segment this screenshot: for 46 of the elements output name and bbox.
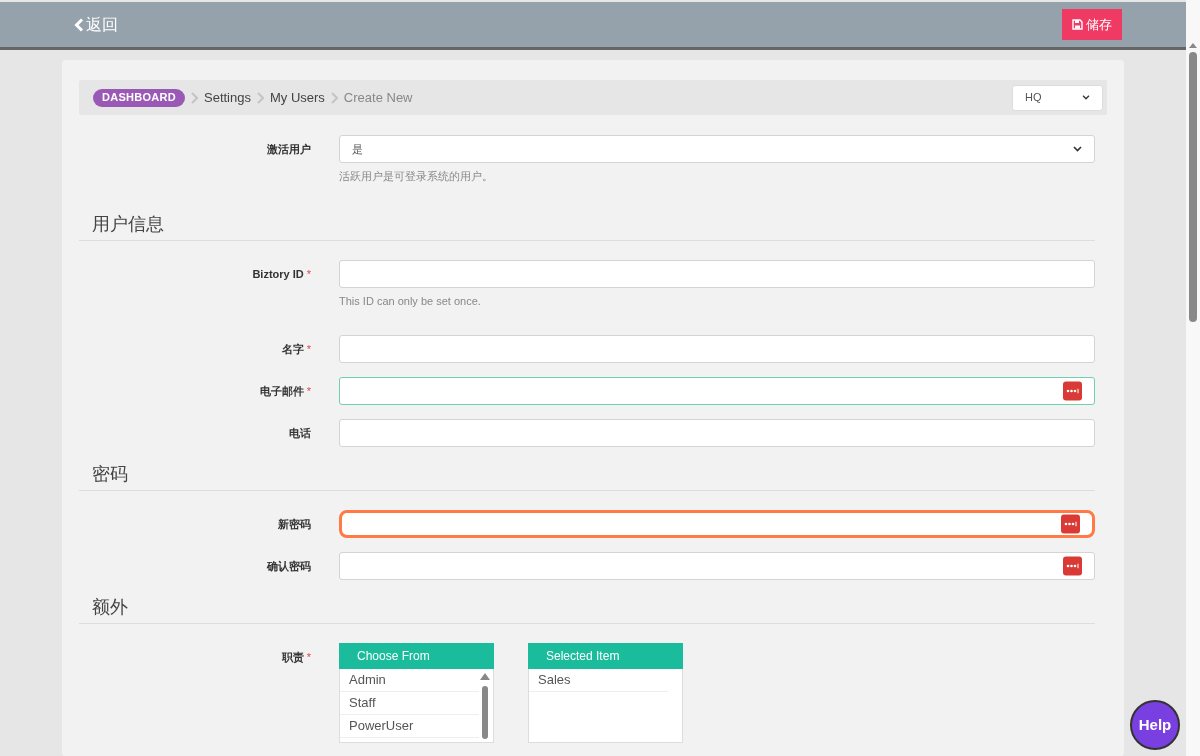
field-label: 职责 <box>281 650 304 665</box>
input-field[interactable] <box>339 259 1095 288</box>
field-label: 名字 <box>281 342 304 357</box>
password-manager-icon[interactable] <box>1063 381 1082 401</box>
required-mark: * <box>306 342 311 357</box>
required-mark: * <box>306 266 311 282</box>
input-field[interactable] <box>339 335 1095 363</box>
field-label: 电话 <box>289 426 311 441</box>
list-item[interactable]: PowerUser <box>340 715 479 738</box>
password-manager-icon[interactable] <box>1061 514 1080 534</box>
required-mark: * <box>306 384 311 399</box>
save-button[interactable]: 储存 <box>1062 9 1122 40</box>
breadcrumb-current: Create New <box>343 88 413 107</box>
chevron-down-icon <box>1082 95 1090 100</box>
field-label: 电子邮件 <box>259 384 304 399</box>
input-field[interactable] <box>339 510 1095 538</box>
section-title: 额外 <box>92 597 128 617</box>
field-label: 确认密码 <box>267 559 311 574</box>
chevron-left-icon <box>74 17 84 32</box>
section-title: 用户信息 <box>92 213 164 234</box>
input-field[interactable] <box>339 419 1095 447</box>
select-field[interactable]: 是 <box>339 135 1095 163</box>
scrollbar-icon[interactable] <box>479 671 491 739</box>
section-title: 密码 <box>92 464 128 484</box>
field-label: 新密码 <box>278 517 311 532</box>
password-manager-icon[interactable] <box>1063 556 1082 576</box>
help-text: This ID can only be set once. <box>339 293 482 309</box>
input-field[interactable] <box>339 377 1095 405</box>
breadcrumb-link[interactable]: DASHBOARD <box>93 88 185 107</box>
help-button[interactable]: Help <box>1130 700 1180 750</box>
chevron-right-icon <box>191 91 198 104</box>
breadcrumb-link[interactable]: My Users <box>269 87 325 108</box>
input-field[interactable] <box>339 552 1095 580</box>
help-text: 活跃用户是可登录系统的用户。 <box>339 169 494 184</box>
chevron-right-icon <box>256 91 264 104</box>
branch-select[interactable]: HQ <box>1012 84 1103 111</box>
list-item[interactable]: Admin <box>340 669 479 692</box>
field-label: 激活用户 <box>267 142 311 157</box>
list-header: Choose From <box>339 643 494 669</box>
breadcrumb-link[interactable]: Settings <box>204 87 251 108</box>
chevron-right-icon <box>330 91 338 104</box>
list-item[interactable]: Staff <box>340 692 479 715</box>
required-mark: * <box>306 650 311 665</box>
chevron-down-icon <box>1073 146 1082 152</box>
list-header: Selected Item <box>528 643 683 669</box>
field-label: Biztory ID <box>252 266 304 282</box>
